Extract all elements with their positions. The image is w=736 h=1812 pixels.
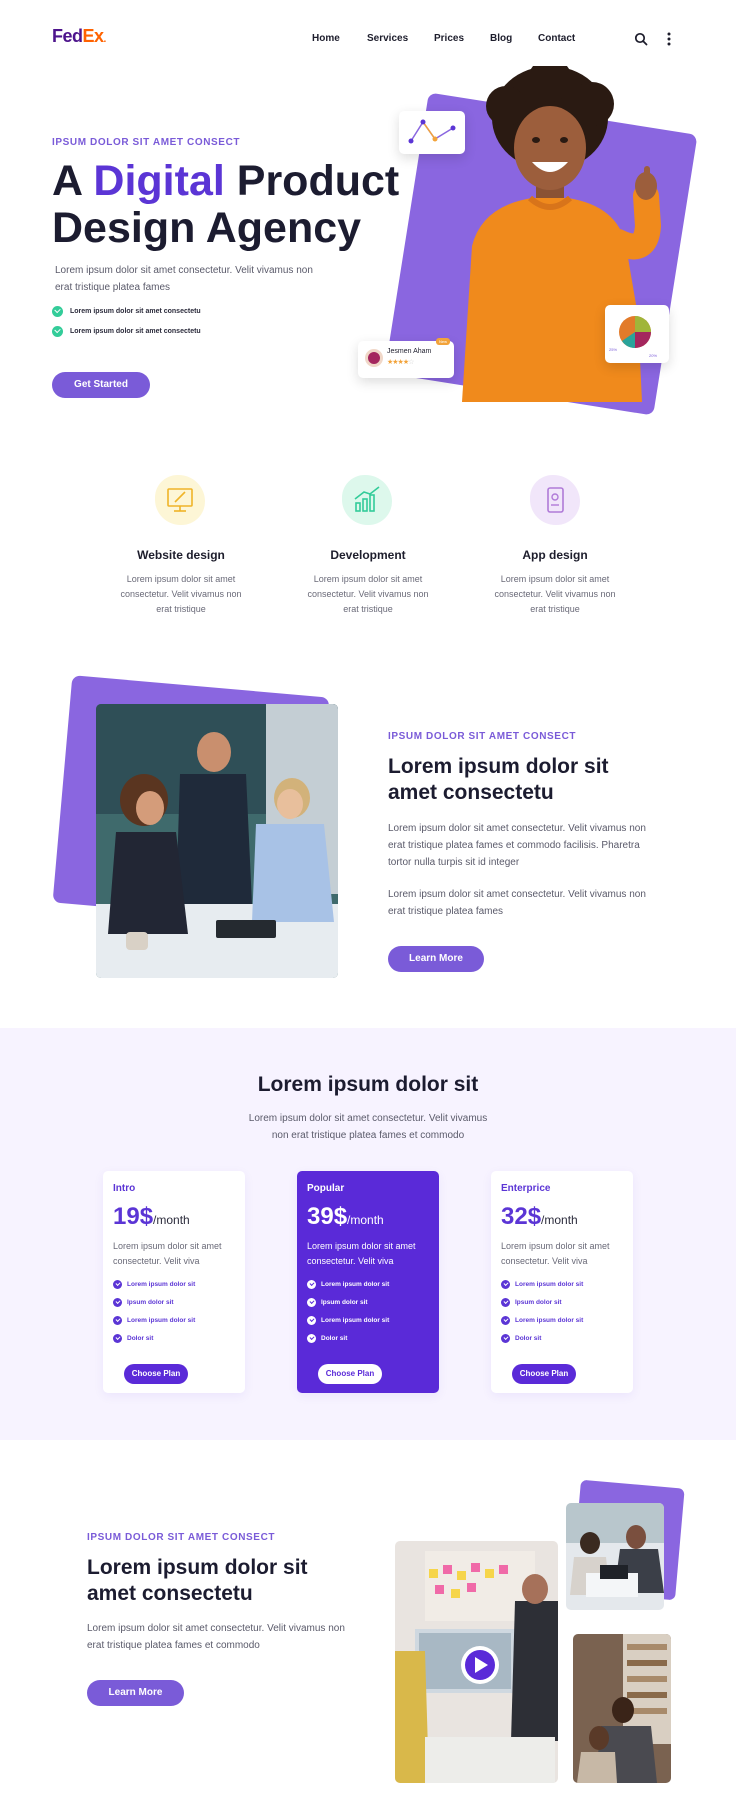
about-eyebrow: IPSUM DOLOR SIT AMET CONSECT	[388, 731, 577, 742]
pricing-description: Lorem ipsum dolor sit amet consectetur. …	[248, 1113, 488, 1141]
pricing-plan-enterprice: Enterprice 32$/month Lorem ipsum dolor s…	[491, 1171, 633, 1393]
search-icon[interactable]	[634, 32, 648, 46]
check-icon	[307, 1280, 316, 1289]
service-icon-bg	[342, 475, 392, 525]
website-design-icon	[167, 488, 193, 512]
nav-blog[interactable]: Blog	[490, 33, 512, 44]
reviewer-name: Jesmen Aham	[387, 348, 432, 355]
choose-plan-button[interactable]: Choose Plan	[124, 1364, 188, 1384]
choose-plan-button[interactable]: Choose Plan	[512, 1364, 576, 1384]
new-badge: New	[436, 338, 451, 345]
check-icon	[307, 1316, 316, 1325]
pie-chart-card: 25% 20%	[605, 305, 669, 363]
app-design-icon	[547, 487, 564, 513]
service-icon-bg	[155, 475, 205, 525]
check-icon	[113, 1334, 122, 1343]
hero-check-item: Lorem ipsum dolor sit amet consectetu	[52, 306, 201, 317]
hero-description: Lorem ipsum dolor sit amet consectetur. …	[55, 265, 313, 293]
check-icon	[307, 1334, 316, 1343]
office-video-photo	[395, 1541, 558, 1783]
hero-eyebrow: IPSUM DOLOR SIT AMET CONSECT	[52, 137, 241, 148]
check-icon	[501, 1298, 510, 1307]
check-icon	[113, 1280, 122, 1289]
nav-services[interactable]: Services	[367, 33, 408, 44]
service-text: Lorem ipsum dolor sit amet consectetur. …	[307, 574, 429, 614]
check-icon	[52, 326, 63, 337]
video-description: Lorem ipsum dolor sit amet consectetur. …	[87, 1623, 345, 1651]
about-paragraph: Lorem ipsum dolor sit amet consectetur. …	[388, 889, 646, 917]
library-photo	[573, 1634, 671, 1783]
hero-title: A Digital Product Design Agency	[52, 157, 400, 252]
review-card: Jesmen Aham ★★★★☆ New	[358, 338, 454, 378]
video-eyebrow: IPSUM DOLOR SIT AMET CONSECT	[87, 1532, 276, 1543]
team-meeting-photo	[96, 704, 338, 978]
video-title: Lorem ipsum dolor sit amet consectetu	[87, 1556, 308, 1605]
service-text: Lorem ipsum dolor sit amet consectetur. …	[494, 574, 616, 614]
team-laptops-photo	[566, 1503, 664, 1610]
about-title: Lorem ipsum dolor sit amet consectetu	[388, 755, 609, 804]
service-title: Website design	[137, 548, 225, 562]
learn-more-button[interactable]: Learn More	[87, 1680, 184, 1706]
pie-chart-icon	[619, 316, 651, 348]
check-icon	[501, 1316, 510, 1325]
line-chart-icon	[408, 119, 456, 144]
learn-more-button[interactable]: Learn More	[388, 946, 484, 972]
development-icon	[354, 486, 380, 512]
service-title: App design	[522, 548, 588, 562]
choose-plan-button[interactable]: Choose Plan	[318, 1364, 382, 1384]
pricing-plan-intro: Intro 19$/month Lorem ipsum dolor sit am…	[103, 1171, 245, 1393]
avatar	[365, 349, 383, 367]
service-title: Development	[330, 548, 406, 562]
check-icon	[113, 1316, 122, 1325]
pricing-plan-popular: Popular 39$/month Lorem ipsum dolor sit …	[297, 1171, 439, 1393]
get-started-button[interactable]: Get Started	[52, 372, 150, 398]
check-icon	[501, 1334, 510, 1343]
service-text: Lorem ipsum dolor sit amet consectetur. …	[120, 574, 242, 614]
check-icon	[113, 1298, 122, 1307]
service-icon-bg	[530, 475, 580, 525]
more-menu-icon[interactable]	[665, 31, 673, 47]
check-icon	[501, 1280, 510, 1289]
hero-check-item: Lorem ipsum dolor sit amet consectetu	[52, 326, 201, 337]
pricing-title: Lorem ipsum dolor sit	[257, 1073, 479, 1096]
about-paragraph: Lorem ipsum dolor sit amet consectetur. …	[388, 823, 646, 868]
check-icon	[52, 306, 63, 317]
nav-contact[interactable]: Contact	[538, 33, 575, 44]
nav-home[interactable]: Home	[312, 33, 340, 44]
brand-logo[interactable]: FedEx.	[52, 26, 106, 47]
line-chart-card	[399, 111, 465, 154]
check-icon	[307, 1298, 316, 1307]
star-rating-icon: ★★★★☆	[387, 359, 414, 366]
nav-prices[interactable]: Prices	[434, 33, 464, 44]
